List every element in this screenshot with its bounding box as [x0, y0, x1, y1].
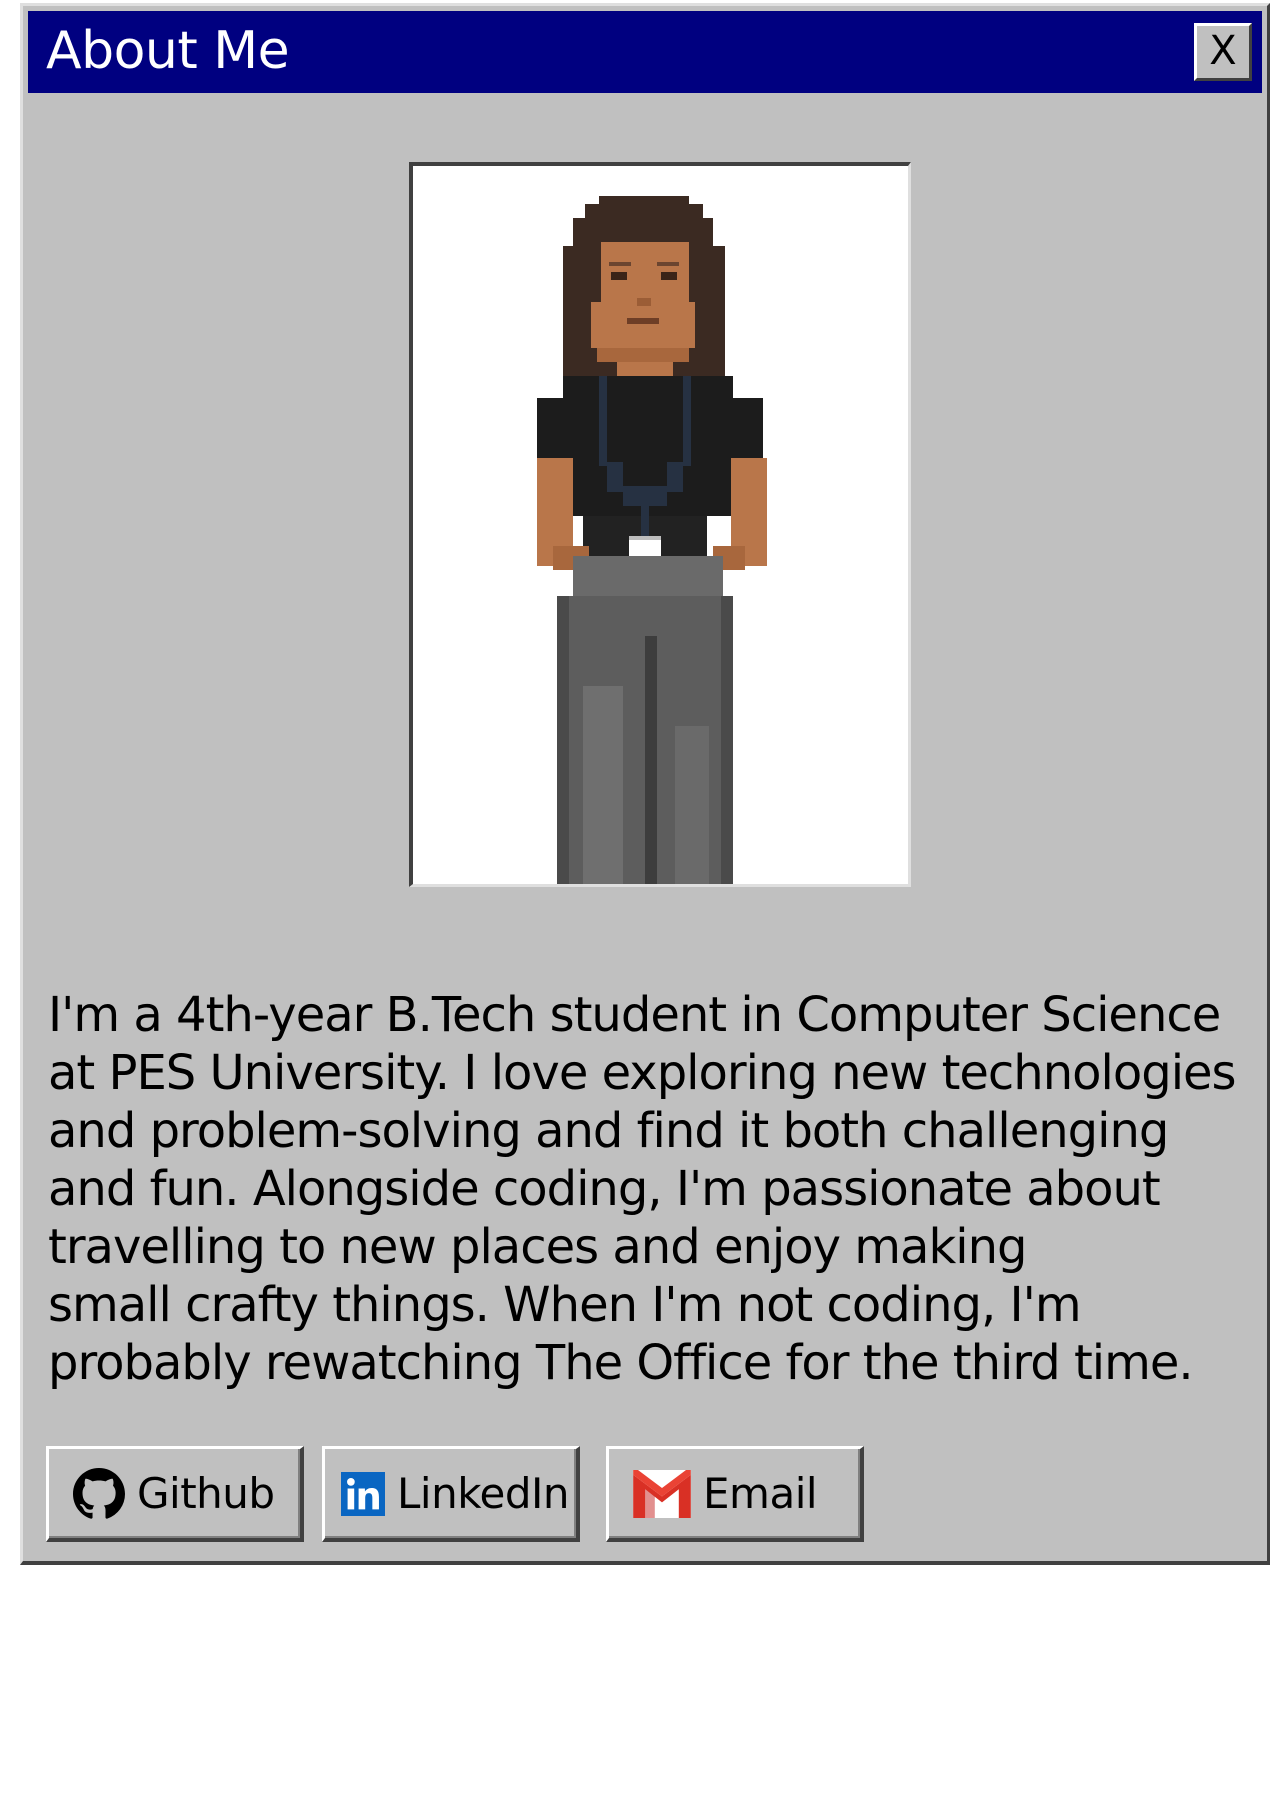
- gmail-icon: [633, 1469, 691, 1518]
- bio-text: I'm a 4th-year B.Tech student in Compute…: [48, 987, 1237, 1391]
- pixel-avatar-image: [537, 196, 767, 884]
- email-label: Email: [703, 1469, 818, 1518]
- window-title: About Me: [46, 21, 290, 81]
- title-bar[interactable]: About Me X: [28, 11, 1262, 93]
- about-me-window: About Me X I'm a 4th-year B.Tech student…: [20, 3, 1270, 1565]
- github-icon: [73, 1467, 125, 1519]
- email-button[interactable]: Email: [606, 1446, 864, 1542]
- github-button[interactable]: Github: [46, 1446, 304, 1542]
- linkedin-button[interactable]: LinkedIn: [322, 1446, 580, 1542]
- linkedin-icon: [341, 1471, 385, 1516]
- close-button[interactable]: X: [1194, 23, 1252, 81]
- linkedin-label: LinkedIn: [397, 1469, 570, 1518]
- github-label: Github: [137, 1469, 275, 1518]
- portrait-frame: [409, 162, 911, 887]
